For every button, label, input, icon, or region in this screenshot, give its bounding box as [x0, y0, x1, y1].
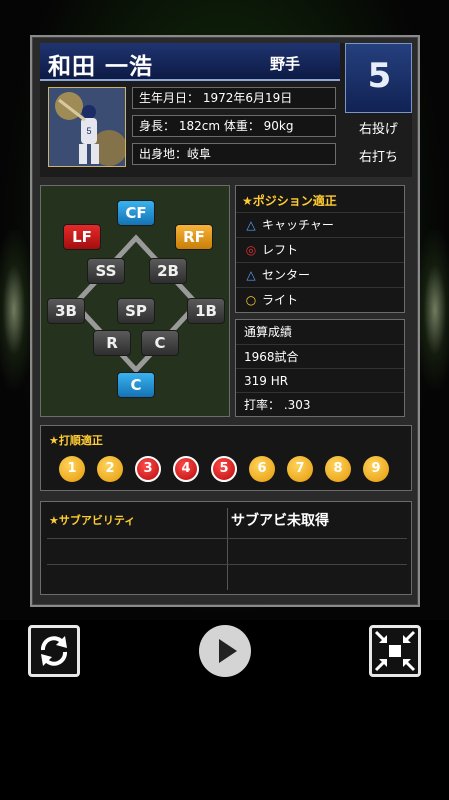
batter-figure-icon: 5 [49, 88, 125, 166]
position-c: C [117, 372, 155, 398]
aptitude-row: △ キャッチャー [236, 212, 404, 237]
position-2b: 2B [149, 258, 187, 284]
play-button[interactable] [199, 625, 251, 677]
aptitude-row: △ センター [236, 262, 404, 287]
position-ss: SS [87, 258, 125, 284]
height-weight: 身長： 182cm 体重： 90kg [132, 115, 336, 137]
player-name: 和田 一浩 [48, 54, 154, 80]
position-3b: 3B [47, 298, 85, 324]
position-cp: C [141, 330, 179, 356]
batting-order-5: 5 [211, 456, 237, 482]
career-title: 通算成績 [244, 325, 293, 339]
batting-order-title: ★打順適正 [49, 434, 103, 447]
triangle-mark-icon: △ [246, 218, 256, 232]
play-icon [219, 639, 237, 663]
field-diagram: CF LF RF SS 2B 3B SP 1B R C C [40, 185, 230, 417]
career-stats-panel: 通算成績 1968試合 319 HR 打率： .303 [235, 319, 405, 417]
refresh-icon [41, 636, 67, 666]
career-games: 1968試合 [236, 344, 404, 368]
uniform-number: 5 [367, 56, 392, 96]
position-sp: SP [117, 298, 155, 324]
bats-hand: 右打ち [358, 150, 398, 165]
divider [47, 564, 407, 565]
batting-order-2: 2 [97, 456, 123, 482]
birth-date: 生年月日： 1972年6月19日 [132, 87, 336, 109]
stadium-light-left [0, 230, 34, 390]
aptitude-label: ライト [262, 293, 299, 307]
shrink-button[interactable] [369, 625, 421, 677]
aptitude-label: レフト [262, 243, 299, 257]
batting-order-3: 3 [135, 456, 161, 482]
aptitude-label: キャッチャー [262, 218, 334, 232]
position-cf: CF [117, 200, 155, 226]
refresh-button[interactable] [28, 625, 80, 677]
circle-mark-icon: ○ [245, 293, 257, 307]
triangle-mark-icon: △ [246, 268, 256, 282]
position-rf: RF [175, 224, 213, 250]
divider [227, 508, 228, 590]
batting-order-9: 9 [363, 456, 389, 482]
career-home-runs: 319 HR [236, 368, 404, 392]
player-photo: 5 [48, 87, 126, 167]
sub-ability-value: サブアビ未取得 [231, 513, 329, 529]
aptitude-label: センター [262, 268, 311, 282]
aptitude-row: ◎ レフト [236, 237, 404, 262]
player-card: 和田 一浩 野手 5 5 生年月日： 1972年6月19日 身長： 182cm … [30, 35, 420, 607]
double-circle-mark-icon: ◎ [245, 243, 257, 257]
career-average: 打率： .303 [236, 392, 404, 416]
batting-order-panel: ★打順適正 1 2 3 4 5 6 7 8 9 [40, 425, 412, 491]
position-aptitude-title: ★ポジション適正 [242, 194, 337, 208]
position-lf: LF [63, 224, 101, 250]
sub-ability-title: ★サブアビリティ [49, 514, 136, 527]
batting-order-6: 6 [249, 456, 275, 482]
uniform-number-box: 5 [345, 43, 412, 113]
batting-order-7: 7 [287, 456, 313, 482]
position-1b: 1B [187, 298, 225, 324]
shrink-icon [374, 630, 416, 672]
hometown: 出身地：岐阜 [132, 143, 336, 165]
aptitude-row: ○ ライト [236, 287, 404, 312]
svg-text:5: 5 [86, 126, 91, 136]
stadium-light-right [415, 230, 449, 390]
position-aptitude-panel: ★ポジション適正 △ キャッチャー ◎ レフト △ センター ○ ライト [235, 185, 405, 313]
card-header: 和田 一浩 野手 5 5 生年月日： 1972年6月19日 身長： 182cm … [40, 43, 412, 177]
batting-order-1: 1 [59, 456, 85, 482]
throws-hand: 右投げ [358, 122, 398, 137]
sub-ability-panel: ★サブアビリティ サブアビ未取得 [40, 501, 412, 595]
position-rp: R [93, 330, 131, 356]
player-role: 野手 [270, 55, 301, 73]
name-bar: 和田 一浩 野手 [40, 43, 340, 81]
divider [47, 538, 407, 539]
batting-order-8: 8 [325, 456, 351, 482]
batting-order-4: 4 [173, 456, 199, 482]
